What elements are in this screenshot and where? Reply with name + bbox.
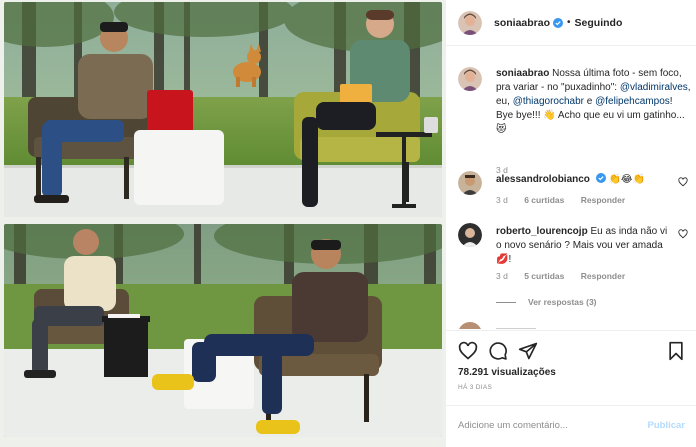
add-comment-bar: Publicar	[446, 405, 696, 447]
comment-meta: 3 d 6 curtidas Responder	[496, 195, 639, 205]
avatar[interactable]	[458, 67, 482, 91]
comment-time[interactable]: 3 d	[496, 271, 508, 281]
replies-divider	[496, 301, 516, 303]
post-header: soniaabrao • Seguindo	[446, 0, 696, 46]
header-separator: •	[567, 17, 571, 28]
photo-studio-bottom	[4, 224, 442, 437]
mention-link[interactable]: @felipehcampos	[595, 96, 670, 107]
comment-text: roberto_lourencojp Eu as inda não vi o n…	[496, 225, 671, 267]
reply-button[interactable]: Responder	[581, 195, 625, 205]
caption-username[interactable]: soniaabrao	[496, 68, 549, 79]
comment-body: 👏😂👏	[608, 174, 646, 185]
comment-icon[interactable]	[488, 341, 508, 361]
post-actions: 78.291 visualizações HÁ 3 DIAS	[446, 330, 696, 400]
caption-text: soniaabrao Nossa última foto - sem foco,…	[496, 67, 691, 137]
comment-text: alessandrolobianco 👏😂👏	[496, 173, 671, 187]
list-item	[458, 322, 688, 329]
post-media[interactable]	[0, 0, 445, 447]
view-replies-label: Ver respostas (3)	[528, 297, 597, 307]
view-replies-button[interactable]: Ver respostas (3)	[496, 297, 597, 307]
verified-badge-icon	[553, 17, 564, 28]
avatar[interactable]	[458, 171, 482, 195]
bookmark-icon[interactable]	[666, 341, 686, 361]
heart-icon[interactable]	[678, 177, 688, 187]
mention-link[interactable]: @thiagorochabr	[513, 96, 584, 107]
paper-plane-icon[interactable]	[518, 341, 538, 361]
post-side-panel: soniaabrao • Seguindo soniaabrao Nossa ú…	[445, 0, 696, 447]
comment-username[interactable]: alessandrolobianco	[496, 174, 590, 185]
comment-input[interactable]	[458, 416, 638, 434]
comment-time[interactable]: 3 d	[496, 195, 508, 205]
avatar[interactable]	[458, 10, 482, 35]
comment-likes[interactable]: 5 curtidas	[524, 271, 564, 281]
mention-link[interactable]: @vladimiralves	[620, 82, 688, 93]
heart-icon[interactable]	[458, 341, 478, 361]
views-count[interactable]: 78.291 visualizações	[458, 367, 556, 378]
comments-section[interactable]: soniaabrao Nossa última foto - sem foco,…	[446, 47, 696, 329]
comment-likes[interactable]: 6 curtidas	[524, 195, 564, 205]
reply-button[interactable]: Responder	[581, 271, 625, 281]
caption-part-3: e	[584, 96, 593, 107]
verified-badge-icon	[595, 173, 606, 183]
avatar[interactable]	[458, 223, 482, 247]
photo-studio-top	[4, 2, 442, 217]
comment-meta: 3 d 5 curtidas Responder	[496, 271, 639, 281]
publish-button[interactable]: Publicar	[648, 420, 686, 431]
post-timestamp[interactable]: HÁ 3 DIAS	[458, 384, 492, 391]
comment-username[interactable]: roberto_lourencojp	[496, 226, 588, 237]
following-button[interactable]: Seguindo	[575, 17, 623, 29]
post-username[interactable]: soniaabrao	[494, 17, 550, 29]
heart-icon[interactable]	[678, 229, 688, 239]
